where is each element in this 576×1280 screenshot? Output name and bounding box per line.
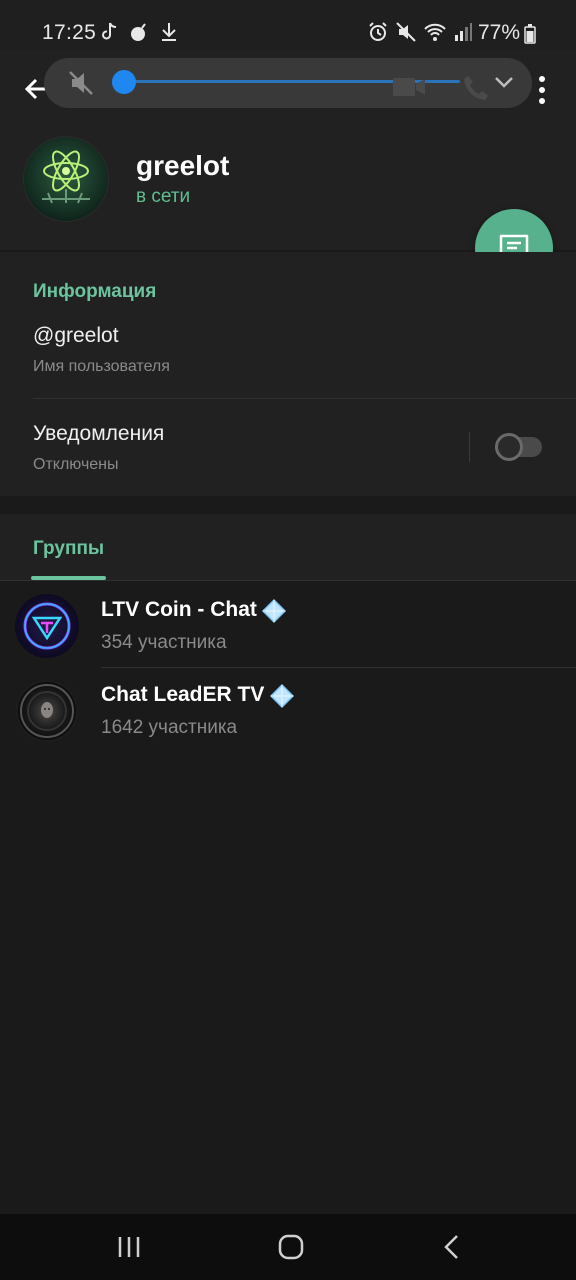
phone-icon [464, 76, 488, 100]
signal-icon [455, 23, 472, 41]
battery-icon [524, 24, 536, 44]
profile-avatar[interactable] [24, 137, 108, 221]
diamond-icon [269, 683, 295, 709]
volume-muted-icon[interactable] [68, 70, 96, 96]
wifi-icon [424, 23, 446, 41]
tab-divider [0, 580, 576, 581]
bomb-icon [131, 23, 146, 41]
notifications-title[interactable]: Уведомления [33, 422, 164, 446]
notifications-state: Отключены [33, 456, 119, 473]
ltv-logo-icon [23, 602, 71, 650]
more-menu-icon[interactable] [534, 76, 550, 104]
battery-percent: 77% [477, 21, 520, 44]
leader-tv-logo-icon [20, 684, 74, 738]
group-title[interactable]: LTV Coin - Chat [101, 598, 257, 622]
group-avatar[interactable] [15, 594, 79, 658]
username-value[interactable]: @greelot [33, 324, 119, 348]
group-title[interactable]: Chat LeadER TV [101, 683, 264, 707]
home-icon[interactable] [278, 1234, 304, 1260]
diamond-icon [261, 598, 287, 624]
recents-icon[interactable] [117, 1235, 141, 1259]
volume-slider-handle[interactable] [112, 70, 136, 94]
status-right-icons [368, 22, 472, 42]
status-time: 17:25 [42, 21, 97, 44]
mute-icon [396, 22, 416, 42]
tiktok-icon [102, 22, 117, 40]
divider [33, 398, 576, 399]
online-status: в сети [136, 186, 191, 207]
download-icon [162, 23, 176, 41]
group-avatar[interactable] [15, 679, 79, 743]
group-members: 1642 участника [101, 717, 238, 738]
username-label: Имя пользователя [33, 358, 170, 375]
list-divider [101, 667, 576, 668]
profile-name: greelot [136, 150, 230, 181]
tab-groups[interactable]: Группы [33, 538, 104, 560]
nav-back-icon[interactable] [443, 1234, 461, 1260]
info-section-title: Информация [33, 281, 157, 302]
status-left-icons [100, 22, 178, 42]
video-icon [393, 78, 425, 96]
vertical-divider [469, 432, 470, 462]
group-members: 354 участника [101, 632, 227, 653]
atom-icon [42, 150, 90, 204]
alarm-icon [369, 22, 387, 41]
groups-section [0, 514, 576, 1214]
chevron-down-icon[interactable] [492, 70, 516, 94]
notifications-toggle-knob[interactable] [495, 433, 523, 461]
